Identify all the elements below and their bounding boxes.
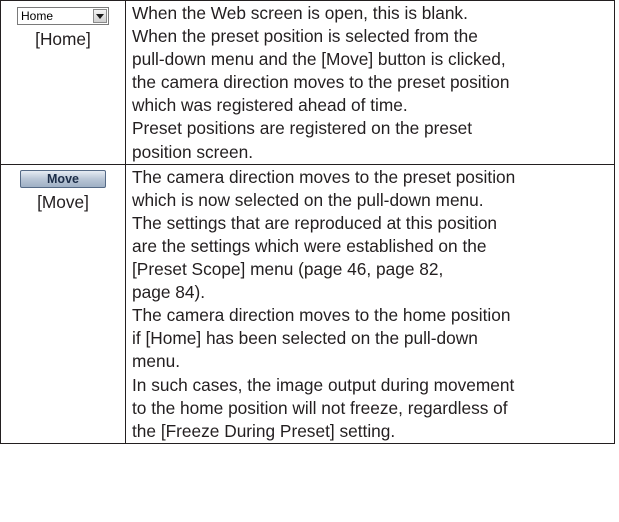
move-description-line: if [Home] has been selected on the pull-… [132,328,478,349]
description-table: Home [Home] When the Web screen is open,… [0,0,615,444]
move-button[interactable]: Move [20,169,106,188]
home-description-line: the camera direction moves to the preset… [132,72,510,93]
home-dropdown[interactable]: Home [17,7,109,25]
table-row-move: Move [Move] The camera direction moves t… [0,163,615,444]
home-caption: [Home] [35,29,91,49]
home-description-line: position screen. [132,141,254,162]
move-description-line: The settings that are reproduced at this… [132,212,498,233]
home-description-line: pull-down menu and the [Move] button is … [132,49,506,70]
home-description-cell: When the Web screen is open, this is bla… [125,0,615,165]
move-description-line: page 84). [132,282,206,303]
move-description-cell: The camera direction moves to the preset… [125,163,615,444]
move-description-line: [Preset Scope] menu (page 46, page 82, [132,259,444,280]
move-description-line: which is now selected on the pull-down m… [132,189,484,210]
home-description-line: When the preset position is selected fro… [132,26,478,47]
home-description-line: Preset positions are registered on the p… [132,118,473,139]
home-control-cell: Home [Home] [0,0,126,165]
move-description-line: menu. [132,351,181,372]
move-description-line: In such cases, the image output during m… [132,374,515,395]
home-description-line: which was registered ahead of time. [132,95,408,116]
move-caption: [Move] [37,191,89,212]
move-description-line: to the home position will not freeze, re… [132,397,508,418]
home-dropdown-value: Home [21,9,54,23]
table-row-home: Home [Home] When the Web screen is open,… [0,0,615,165]
move-description-line: are the settings which were established … [132,235,487,256]
move-description-line: the [Freeze During Preset] setting. [132,420,396,441]
move-description-line: The camera direction moves to the preset… [132,166,516,187]
chevron-down-icon[interactable] [93,9,107,23]
home-description-line: When the Web screen is open, this is bla… [132,3,468,23]
move-control-cell: Move [Move] [0,163,126,444]
move-description-line: The camera direction moves to the home p… [132,305,511,326]
